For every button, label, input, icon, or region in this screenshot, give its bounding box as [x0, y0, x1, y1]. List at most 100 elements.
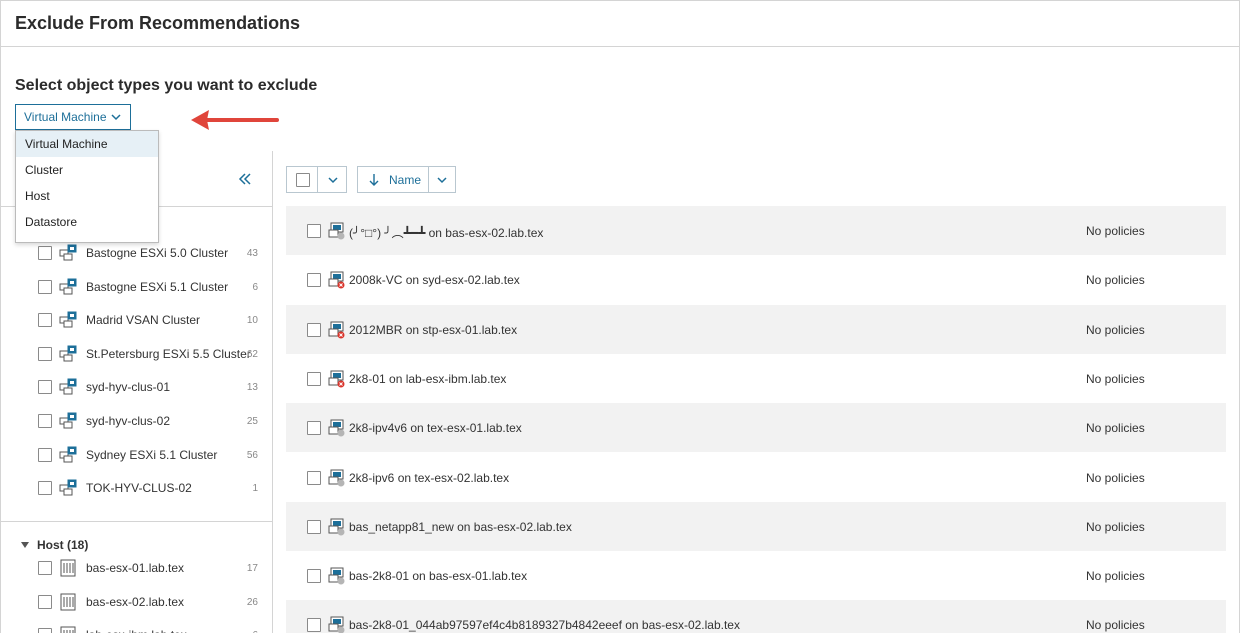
cluster-count: 56 [246, 449, 258, 461]
select-all-button[interactable] [286, 166, 318, 193]
vm-name: (╯°□°) ╯︵┻━┻ on bas-esx-02.lab.tex [349, 226, 544, 240]
dialog-header: Exclude From Recommendations [1, 1, 1239, 47]
vm-row[interactable]: bas-2k8-01 on bas-esx-01.lab.tex No polic… [286, 551, 1226, 600]
cluster-item[interactable]: Bastogne ESXi 5.1 Cluster 6 [1, 273, 272, 301]
object-type-dropdown: Virtual Machine Cluster Host Datastore [15, 130, 159, 243]
cluster-name: Sydney ESXi 5.1 Cluster [86, 447, 218, 462]
cluster-count: 1 [252, 483, 258, 495]
host-checkbox[interactable] [38, 628, 52, 633]
host-name: bas-esx-01.lab.tex [86, 561, 185, 575]
vm-checkbox[interactable] [307, 569, 321, 584]
option-datastore[interactable]: Datastore [16, 209, 158, 235]
cluster-icon [59, 446, 77, 464]
host-checkbox[interactable] [38, 594, 52, 609]
cluster-item[interactable]: syd-hyv-clus-02 25 [1, 407, 272, 435]
vm-name: 2k8-01 on lab-esx-ibm.lab.tex [349, 371, 507, 386]
vm-name: bas_netapp81_new on bas-esx-02.lab.tex [349, 519, 572, 534]
cluster-item[interactable]: Bastogne ESXi 5.0 Cluster 43 [1, 239, 272, 267]
cluster-checkbox[interactable] [38, 346, 52, 361]
vm-row[interactable]: 2k8-01 on lab-esx-ibm.lab.tex No policies [286, 354, 1226, 403]
cluster-icon [59, 244, 77, 262]
cluster-name: Bastogne ESXi 5.0 Cluster [86, 246, 229, 260]
sort-label: Name [389, 173, 422, 187]
host-name: bas-esx-02.lab.tex [86, 594, 185, 609]
chevron-down-icon [328, 177, 338, 184]
virtual-machine-icon [328, 222, 346, 240]
vm-policy-status: No policies [1086, 224, 1145, 238]
cluster-icon [59, 345, 77, 363]
collapse-sidebar-icon[interactable] [237, 171, 253, 187]
exclude-dialog: Exclude From Recommendations Select obje… [0, 0, 1240, 633]
cluster-checkbox[interactable] [38, 279, 52, 294]
vm-row[interactable]: 2k8-ipv4v6 on tex-esx-01.lab.tex No polic… [286, 403, 1226, 453]
cluster-checkbox[interactable] [38, 414, 52, 428]
virtual-machine-icon [328, 370, 346, 388]
option-host[interactable]: Host [16, 183, 158, 209]
select-all-checkbox[interactable] [296, 173, 310, 187]
vm-row[interactable]: 2012MBR on stp-esx-01.lab.tex No policies [286, 304, 1226, 354]
vm-policy-status: No policies [1086, 371, 1145, 386]
option-virtual-machine[interactable]: Virtual Machine [16, 131, 158, 157]
cluster-name: TOK-HYV-CLUS-02 [86, 481, 192, 496]
vm-name: 2012MBR on stp-esx-01.lab.tex [349, 322, 518, 337]
cluster-checkbox[interactable] [38, 313, 52, 328]
chevron-down-icon [111, 114, 121, 121]
object-type-selected: Virtual Machine [24, 110, 107, 124]
page-title: Exclude From Recommendations [15, 13, 301, 33]
vm-row[interactable]: (╯°□°) ╯︵┻━┻ on bas-esx-02.lab.tex No pol… [286, 206, 1226, 255]
vm-row[interactable]: 2k8-ipv6 on tex-esx-02.lab.tex No policie… [286, 453, 1226, 502]
vm-name: 2k8-ipv4v6 on tex-esx-01.lab.tex [349, 421, 522, 436]
virtual-machine-icon [328, 469, 346, 487]
host-checkbox[interactable] [38, 561, 52, 575]
host-item[interactable]: bas-esx-01.lab.tex 17 [1, 554, 272, 582]
cluster-checkbox[interactable] [38, 481, 52, 496]
cluster-icon [59, 278, 77, 296]
vm-checkbox[interactable] [307, 519, 321, 534]
host-count: 17 [246, 563, 258, 574]
sort-by-name-button[interactable]: Name [357, 166, 429, 193]
vm-policy-status: No policies [1086, 470, 1145, 485]
cluster-checkbox[interactable] [38, 246, 52, 260]
host-group-label: Host (18) [37, 538, 89, 552]
virtual-machine-icon [328, 518, 346, 536]
host-item[interactable]: bas-esx-02.lab.tex 26 [1, 588, 272, 616]
vm-checkbox[interactable] [307, 371, 321, 386]
option-cluster[interactable]: Cluster [16, 157, 158, 183]
host-icon [59, 559, 77, 577]
vm-policy-status: No policies [1086, 569, 1145, 584]
vm-checkbox[interactable] [307, 421, 321, 436]
virtual-machine-icon [328, 616, 346, 633]
vm-policy-status: No policies [1086, 421, 1145, 436]
caret-down-icon [21, 542, 29, 548]
cluster-count: 6 [252, 281, 258, 293]
vm-policy-status: No policies [1086, 618, 1145, 633]
vm-row[interactable]: bas-2k8-01_044ab97597ef4c4b8189327b4842e… [286, 600, 1226, 633]
vm-row[interactable]: bas_netapp81_new on bas-esx-02.lab.tex No… [286, 501, 1226, 551]
cluster-name: St.Petersburg ESXi 5.5 Cluster [86, 346, 251, 361]
vm-checkbox[interactable] [307, 224, 321, 238]
vm-checkbox[interactable] [307, 618, 321, 633]
host-item[interactable]: lab-esx-ibm.lab.tex6 [1, 621, 272, 633]
cluster-checkbox[interactable] [38, 380, 52, 395]
cluster-item[interactable]: Madrid VSAN Cluster 10 [1, 306, 272, 334]
cluster-item[interactable]: TOK-HYV-CLUS-02 1 [1, 474, 272, 502]
sort-menu-button[interactable] [428, 166, 456, 193]
arrow-annotation-icon [191, 110, 279, 130]
cluster-item[interactable]: St.Petersburg ESXi 5.5 Cluster 62 [1, 340, 272, 368]
cluster-icon [59, 378, 77, 396]
vm-checkbox[interactable] [307, 470, 321, 485]
vm-row[interactable]: 2008k-VC on syd-esx-02.lab.tex No policie… [286, 255, 1226, 304]
selection-menu-button[interactable] [317, 166, 347, 193]
object-type-select[interactable]: Virtual Machine [15, 104, 131, 130]
vm-policy-status: No policies [1086, 273, 1145, 288]
cluster-item[interactable]: syd-hyv-clus-01 13 [1, 373, 272, 401]
vm-policy-status: No policies [1086, 519, 1145, 534]
cluster-checkbox[interactable] [38, 447, 52, 462]
cluster-name: syd-hyv-clus-02 [86, 414, 171, 428]
vm-checkbox[interactable] [307, 322, 321, 337]
virtual-machine-icon [328, 567, 346, 585]
vm-name: bas-2k8-01 on bas-esx-01.lab.tex [349, 569, 528, 584]
host-group-header[interactable]: Host (18) [21, 538, 88, 552]
cluster-item[interactable]: Sydney ESXi 5.1 Cluster 56 [1, 441, 272, 469]
vm-checkbox[interactable] [307, 273, 321, 288]
